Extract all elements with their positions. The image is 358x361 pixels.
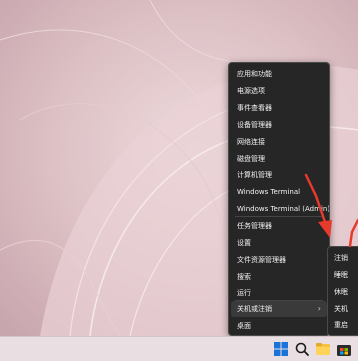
file-explorer-icon[interactable] (314, 340, 332, 358)
menu-item-windows-terminal[interactable]: Windows Terminal (229, 184, 329, 200)
windows-start-icon[interactable] (272, 340, 290, 358)
menu-item-disk-management[interactable]: 磁盘管理 (229, 151, 329, 167)
submenu-item-shut-down[interactable]: 关机 (328, 301, 358, 318)
shutdown-submenu: 注销 睡眠 休眠 关机 重启 (327, 246, 358, 336)
menu-item-computer-management[interactable]: 计算机管理 (229, 167, 329, 183)
menu-item-settings[interactable]: 设置 (229, 235, 329, 251)
submenu-item-restart[interactable]: 重启 (328, 317, 358, 334)
menu-item-device-manager[interactable]: 设备管理器 (229, 117, 329, 133)
menu-item-network-connections[interactable]: 网络连接 (229, 134, 329, 150)
menu-item-windows-terminal-admin[interactable]: Windows Terminal (Admin) (229, 201, 329, 217)
submenu-item-hibernate[interactable]: 休眠 (328, 284, 358, 301)
chevron-right-icon: › (317, 304, 321, 313)
search-icon[interactable] (293, 340, 311, 358)
menu-item-search[interactable]: 搜索 (229, 269, 329, 285)
store-icon[interactable] (335, 340, 353, 358)
menu-separator (235, 216, 323, 217)
menu-item-power-options[interactable]: 电源选项 (229, 83, 329, 99)
menu-item-event-viewer[interactable]: 事件查看器 (229, 100, 329, 116)
menu-item-task-manager[interactable]: 任务管理器 (229, 218, 329, 234)
menu-item-shutdown-signout-label: 关机或注销 (237, 305, 272, 313)
submenu-item-sleep[interactable]: 睡眠 (328, 267, 358, 284)
menu-item-apps-features[interactable]: 应用和功能 (229, 66, 329, 82)
taskbar (0, 336, 358, 361)
menu-item-file-explorer[interactable]: 文件资源管理器 (229, 252, 329, 268)
menu-item-shutdown-signout[interactable]: 关机或注销 › (231, 301, 327, 317)
winx-context-menu: 应用和功能 电源选项 事件查看器 设备管理器 网络连接 磁盘管理 计算机管理 W… (228, 62, 330, 336)
submenu-item-sign-out[interactable]: 注销 (328, 250, 358, 267)
menu-item-run[interactable]: 运行 (229, 285, 329, 301)
menu-item-desktop[interactable]: 桌面 (229, 318, 329, 334)
